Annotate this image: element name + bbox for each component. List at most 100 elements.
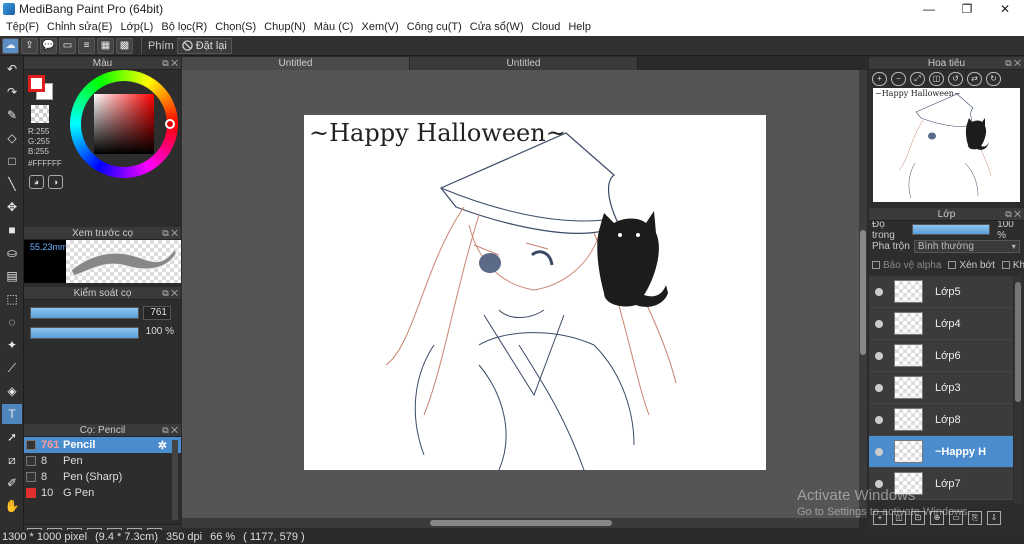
protect-alpha-checkbox[interactable]: Bảo vệ alpha	[872, 260, 941, 271]
color-wheel[interactable]	[70, 70, 178, 178]
flip-icon[interactable]: ⇄	[967, 72, 982, 86]
chat-icon[interactable]: 💬	[40, 37, 57, 54]
saturation-box[interactable]	[94, 94, 154, 154]
reset-button[interactable]: Đặt lại	[176, 37, 232, 54]
brush-item[interactable]: 8 Pen	[24, 453, 181, 469]
brush-item[interactable]: 10 G Pen	[24, 485, 181, 501]
brush-size-value[interactable]: 761	[143, 306, 171, 320]
zoom-in-icon[interactable]: +	[872, 72, 887, 86]
minimize-button[interactable]: —	[910, 0, 948, 18]
undo-icon[interactable]: ↶	[2, 59, 22, 79]
palette-icon[interactable]: ◕	[29, 175, 44, 189]
clipping-checkbox[interactable]: Xén bớt	[948, 260, 995, 271]
layer-row[interactable]: Lớp8	[869, 404, 1013, 436]
hand-tool-icon[interactable]: ✋	[2, 496, 22, 516]
divide-tool-icon[interactable]: ⧄	[2, 450, 22, 470]
menu-layer[interactable]: Lớp(L)	[116, 21, 157, 33]
menu-help[interactable]: Help	[564, 21, 595, 33]
panel-controls-icon[interactable]: ⧉ ✕	[162, 227, 178, 240]
navigator-preview[interactable]: ~Happy Halloween~	[873, 88, 1020, 202]
canvas-area[interactable]: ~Happy Halloween~	[182, 70, 859, 518]
rectangle-tool-icon[interactable]: □	[2, 151, 22, 171]
layer-opacity-slider[interactable]	[912, 224, 991, 235]
drawing-canvas[interactable]: ~Happy Halloween~	[304, 115, 766, 470]
brush-item[interactable]: 761 Pencil ✲	[24, 437, 181, 453]
zoom-out-icon[interactable]: −	[891, 72, 906, 86]
layer-row[interactable]: Lớp4	[869, 308, 1013, 340]
blend-mode-select[interactable]: Bình thường	[913, 240, 1020, 253]
maximize-button[interactable]: ❐	[948, 0, 986, 18]
tab-document[interactable]: Untitled	[182, 57, 410, 70]
eyedropper-icon[interactable]: ✐	[2, 473, 22, 493]
select-pen-icon[interactable]: ⟋	[2, 358, 22, 378]
visibility-icon[interactable]	[875, 383, 883, 392]
menu-edit[interactable]: Chỉnh sửa(E)	[43, 21, 116, 33]
horizontal-scrollbar[interactable]	[182, 518, 859, 528]
bucket-tool-icon[interactable]: ⛀	[2, 243, 22, 263]
menu-color[interactable]: Màu (C)	[310, 21, 358, 33]
visibility-icon[interactable]	[875, 415, 883, 424]
vertical-scrollbar[interactable]	[859, 70, 867, 518]
dot-brush-icon[interactable]: ╲	[2, 174, 22, 194]
hue-marker[interactable]	[165, 119, 175, 129]
cloud-icon[interactable]: ☁	[2, 37, 19, 54]
magic-wand-icon[interactable]: ✦	[2, 335, 22, 355]
rotate-right-icon[interactable]: ↻	[986, 72, 1001, 86]
menu-view[interactable]: Xem(V)	[357, 21, 402, 33]
menu-filter[interactable]: Bộ lọc(R)	[157, 21, 211, 33]
merge-layer-icon[interactable]: ⇩	[987, 511, 1001, 525]
text-tool-icon[interactable]: T	[2, 404, 22, 424]
message-icon[interactable]: ▭	[59, 37, 76, 54]
lasso-tool-icon[interactable]: ◌	[2, 312, 22, 332]
select-rect-icon[interactable]: ⬚	[2, 289, 22, 309]
layer-row[interactable]: Lớp6	[869, 340, 1013, 372]
brush-opacity-slider[interactable]	[30, 327, 139, 339]
menu-snap[interactable]: Chụp(N)	[260, 21, 310, 33]
share-icon[interactable]: ⇪	[21, 37, 38, 54]
visibility-icon[interactable]	[875, 447, 883, 456]
select-eraser-icon[interactable]: ◈	[2, 381, 22, 401]
move-tool-icon[interactable]: ✥	[2, 197, 22, 217]
gradient-tool-icon[interactable]: ▤	[2, 266, 22, 286]
brush-opacity-value[interactable]: 100 %	[143, 326, 177, 340]
brush-tool-icon[interactable]: ✎	[2, 105, 22, 125]
actual-size-icon[interactable]: ◫	[929, 72, 944, 86]
lock-checkbox[interactable]: Khóa	[1001, 260, 1024, 271]
redo-icon[interactable]: ↷	[2, 82, 22, 102]
document-icon[interactable]: ≡	[78, 37, 95, 54]
eraser-tool-icon[interactable]: ◇	[2, 128, 22, 148]
rotate-left-icon[interactable]: ↺	[948, 72, 963, 86]
brush-size-slider[interactable]	[30, 307, 139, 319]
grid-icon[interactable]: ▦	[97, 37, 114, 54]
visibility-icon[interactable]	[875, 319, 883, 328]
panel-controls-icon[interactable]: ⧉ ✕	[1005, 57, 1021, 70]
gear-icon[interactable]: ✲	[158, 439, 167, 452]
panel-controls-icon[interactable]: ⧉ ✕	[1005, 208, 1021, 221]
menu-cloud[interactable]: Cloud	[528, 21, 565, 33]
menu-select[interactable]: Chọn(S)	[211, 21, 260, 33]
panel-controls-icon[interactable]: ⧉ ✕	[162, 57, 178, 70]
panel-controls-icon[interactable]: ⧉ ✕	[162, 424, 178, 437]
layer-opacity-value: 100 %	[997, 218, 1014, 241]
fit-icon[interactable]: ⤢	[910, 72, 925, 86]
layer-row[interactable]: ~Happy H	[869, 436, 1013, 468]
foreground-swatch[interactable]	[28, 75, 45, 92]
visibility-icon[interactable]	[875, 351, 883, 360]
layer-row[interactable]: Lớp5	[869, 276, 1013, 308]
menu-tools[interactable]: Công cụ(T)	[403, 21, 466, 33]
operation-tool-icon[interactable]: ➚	[2, 427, 22, 447]
brush-list-scrollbar[interactable]	[172, 440, 178, 520]
layer-scrollbar[interactable]	[1014, 276, 1022, 504]
layer-row[interactable]: Lớp3	[869, 372, 1013, 404]
transparent-swatch[interactable]	[31, 105, 49, 123]
menu-file[interactable]: Tệp(F)	[2, 21, 43, 33]
color-picker-icon[interactable]: ◑	[48, 175, 63, 189]
menu-window[interactable]: Cửa sổ(W)	[466, 21, 528, 33]
visibility-icon[interactable]	[875, 287, 883, 296]
fill-rect-icon[interactable]: ■	[2, 220, 22, 240]
layout-icon[interactable]: ▩	[116, 37, 133, 54]
brush-item[interactable]: 8 Pen (Sharp)	[24, 469, 181, 485]
panel-controls-icon[interactable]: ⧉ ✕	[162, 287, 178, 300]
close-button[interactable]: ✕	[986, 0, 1024, 18]
tab-document[interactable]: Untitled	[410, 57, 638, 70]
